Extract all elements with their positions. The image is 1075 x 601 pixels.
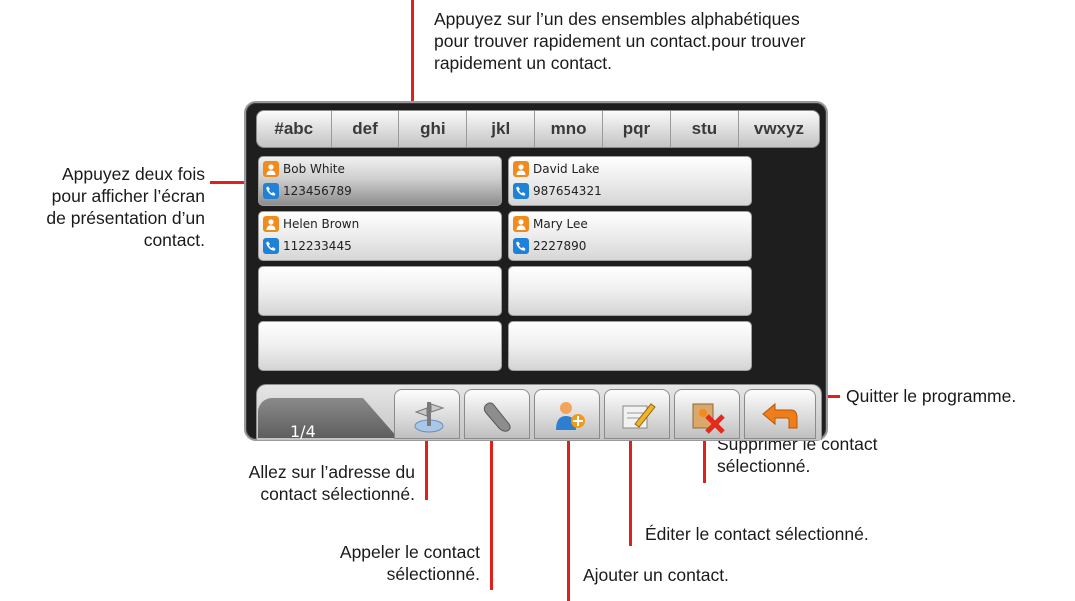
alpha-tab-mno[interactable]: mno [535, 111, 604, 147]
callout-line-1: Appuyez sur l’un des ensembles alphabéti… [434, 9, 800, 29]
add-person-icon [551, 398, 587, 439]
phone-icon [263, 183, 279, 199]
callout-line-3: de présentation d’un [46, 208, 205, 228]
contact-name: Mary Lee [533, 217, 588, 231]
phone-icon [513, 238, 529, 254]
contact-name: Bob White [283, 162, 345, 176]
contact-phone: 112233445 [283, 239, 352, 253]
callout-line-call [490, 430, 493, 590]
callout-line-2: pour trouver rapidement un contact.pour … [434, 31, 806, 51]
callout-goto-address: Allez sur l’adresse du contact sélection… [170, 461, 415, 505]
contact-slot-empty[interactable] [508, 266, 752, 316]
person-icon [263, 216, 279, 232]
alpha-tab-abc[interactable]: #abc [257, 111, 332, 147]
contact-card-mary-lee[interactable]: Mary Lee 2227890 [508, 211, 752, 261]
callout-call: Appeler le contact sélectionné. [300, 541, 480, 585]
contact-slot-empty[interactable] [508, 321, 752, 371]
alpha-tab-vwxyz[interactable]: vwxyz [739, 111, 819, 147]
contact-phone: 987654321 [533, 184, 602, 198]
phone-handset-icon [479, 398, 517, 439]
contact-slot-empty[interactable] [258, 266, 502, 316]
callout-quit: Quitter le programme. [846, 386, 1017, 406]
person-icon [513, 216, 529, 232]
callout-line-1: Allez sur l’adresse du [248, 462, 415, 482]
contact-card-bob-white[interactable]: Bob White 123456789 [258, 156, 502, 206]
contact-name: David Lake [533, 162, 600, 176]
callout-line-edit [629, 430, 632, 546]
alpha-tab-jkl[interactable]: jkl [467, 111, 536, 147]
callout-line-4: contact. [143, 230, 205, 250]
edit-pencil-icon [619, 398, 657, 439]
contact-slot-empty[interactable] [258, 321, 502, 371]
callout-line-add [567, 430, 570, 601]
page-number: 1/4 [290, 422, 316, 441]
back-arrow-icon [761, 400, 801, 437]
alpha-tab-def[interactable]: def [332, 111, 400, 147]
callout-line-alpha [411, 0, 414, 108]
contact-card-david-lake[interactable]: David Lake 987654321 [508, 156, 752, 206]
navigate-to-address-button[interactable] [394, 389, 460, 439]
callout-line-2: contact sélectionné. [260, 484, 415, 504]
call-contact-button[interactable] [464, 389, 530, 439]
navigate-icon [411, 398, 447, 439]
phone-icon [513, 183, 529, 199]
person-icon [263, 161, 279, 177]
callout-alpha-sets: Appuyez sur l’un des ensembles alphabéti… [434, 8, 806, 74]
callout-add: Ajouter un contact. [583, 565, 729, 585]
contact-name: Helen Brown [283, 217, 360, 231]
edit-contact-button[interactable] [604, 389, 670, 439]
person-icon [513, 161, 529, 177]
add-contact-button[interactable] [534, 389, 600, 439]
delete-contact-icon [689, 398, 727, 439]
callout-line-1: Appuyez deux fois [61, 164, 205, 184]
callout-double-tap: Appuyez deux fois pour afficher l’écran … [0, 163, 205, 251]
contact-card-helen-brown[interactable]: Helen Brown 112233445 [258, 211, 502, 261]
callout-line-2: pour afficher l’écran [51, 186, 205, 206]
alpha-tab-ghi[interactable]: ghi [399, 111, 468, 147]
contact-phone: 2227890 [533, 239, 587, 253]
phone-icon [263, 238, 279, 254]
delete-contact-button[interactable] [674, 389, 740, 439]
callout-line-2: sélectionné. [386, 564, 480, 584]
callout-line-1: Appeler le contact [339, 542, 480, 562]
contact-phone: 123456789 [283, 184, 352, 198]
alphabet-tab-bar: #abc def ghi jkl mno pqr stu vwxyz [256, 110, 820, 148]
quit-button[interactable] [744, 389, 816, 439]
alpha-tab-stu[interactable]: stu [671, 111, 739, 147]
callout-line-2: sélectionné. [717, 456, 811, 476]
alpha-tab-pqr[interactable]: pqr [603, 111, 671, 147]
callout-line-3: rapidement un contact. [434, 53, 613, 73]
callout-edit: Éditer le contact sélectionné. [645, 524, 869, 544]
